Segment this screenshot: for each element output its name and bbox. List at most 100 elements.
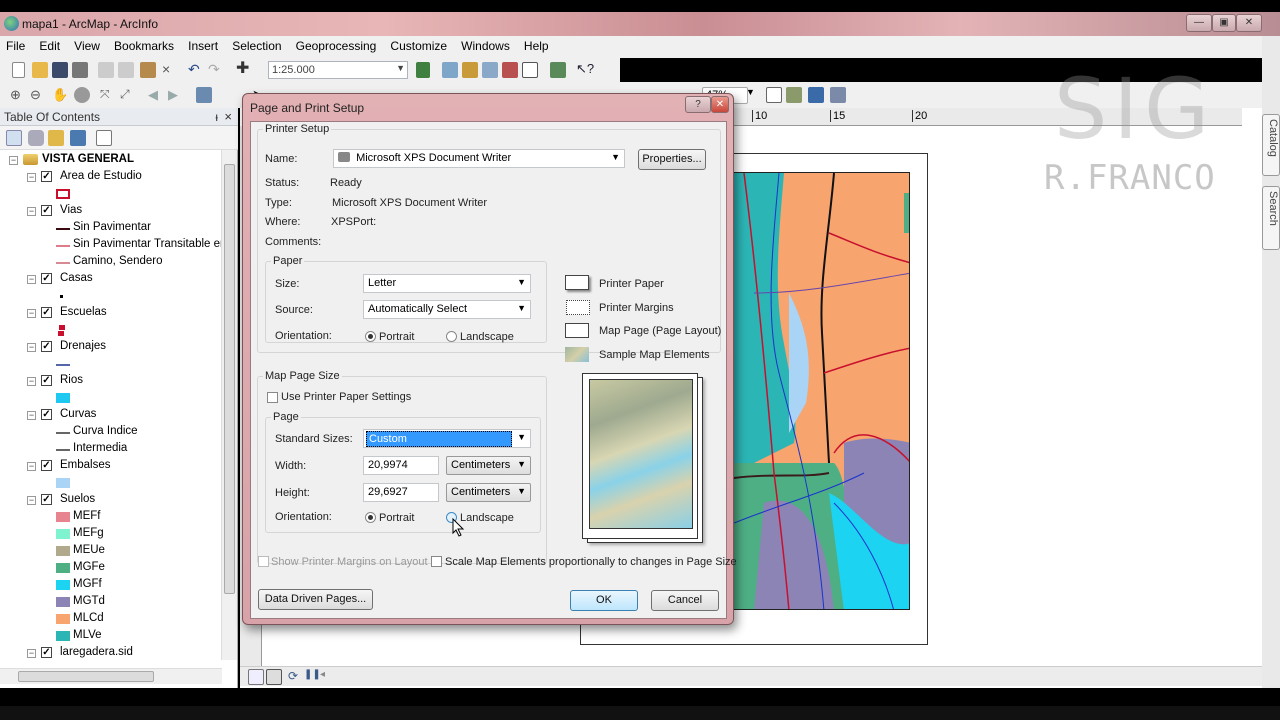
- layer-name[interactable]: Area de Estudio: [60, 170, 142, 182]
- layer-name[interactable]: Drenajes: [60, 340, 106, 352]
- chevron-down-icon[interactable]: ▼: [746, 87, 762, 103]
- page-portrait-radio[interactable]: [365, 512, 376, 523]
- standard-sizes-combo[interactable]: Custom ▼: [363, 429, 531, 448]
- width-unit-combo[interactable]: Centimeters ▼: [446, 456, 531, 475]
- paper-size-combo[interactable]: Letter ▼: [363, 274, 531, 293]
- layer-name[interactable]: Escuelas: [60, 306, 107, 318]
- cancel-button[interactable]: Cancel: [651, 590, 719, 611]
- pin-icon[interactable]: ᵻ: [215, 110, 218, 124]
- layer-visibility-checkbox[interactable]: ✓: [41, 307, 52, 318]
- list-by-visibility-icon[interactable]: [48, 130, 64, 146]
- menu-help[interactable]: Help: [518, 36, 554, 53]
- toc-layer-row[interactable]: − ✓ Area de Estudio: [0, 169, 220, 186]
- menu-customize[interactable]: Customize: [384, 36, 452, 53]
- change-layout-icon[interactable]: [808, 87, 824, 103]
- layer-visibility-checkbox[interactable]: ✓: [41, 205, 52, 216]
- full-extent-icon[interactable]: [74, 87, 90, 103]
- open-icon[interactable]: [32, 62, 48, 78]
- python-window-icon[interactable]: [522, 62, 538, 78]
- layer-visibility-checkbox[interactable]: ✓: [41, 460, 52, 471]
- select-features-icon[interactable]: [196, 87, 212, 103]
- copy-icon[interactable]: [118, 62, 134, 78]
- layer-visibility-checkbox[interactable]: ✓: [41, 273, 52, 284]
- toc-vertical-scrollbar[interactable]: [221, 150, 237, 660]
- search-tab[interactable]: Search: [1262, 186, 1280, 250]
- toc-layer-row[interactable]: − ✓ Curvas: [0, 407, 220, 424]
- menu-file[interactable]: File: [0, 36, 30, 53]
- layout-view-icon[interactable]: [266, 669, 282, 685]
- table-of-contents-icon[interactable]: [442, 62, 458, 78]
- expand-collapse-toggle[interactable]: −: [27, 411, 36, 420]
- catalog-tab[interactable]: Catalog: [1262, 114, 1280, 176]
- expand-collapse-toggle[interactable]: −: [9, 156, 18, 165]
- minimize-button[interactable]: —: [1186, 14, 1212, 32]
- expand-collapse-toggle[interactable]: −: [27, 496, 36, 505]
- toc-layer-row[interactable]: − ✓ Embalses: [0, 458, 220, 475]
- refresh-icon[interactable]: ⟳: [288, 669, 304, 685]
- layer-name[interactable]: laregadera.sid: [60, 646, 133, 658]
- close-icon[interactable]: ×: [224, 109, 232, 124]
- data-driven-pages-toolbar-icon[interactable]: [830, 87, 846, 103]
- expand-collapse-toggle[interactable]: −: [27, 462, 36, 471]
- layer-visibility-checkbox[interactable]: ✓: [41, 647, 52, 658]
- toc-layer-row[interactable]: − ✓ Vias: [0, 203, 220, 220]
- undo-icon[interactable]: ↶: [188, 62, 204, 78]
- paper-source-combo[interactable]: Automatically Select ▼: [363, 300, 531, 319]
- editor-toolbar-icon[interactable]: [416, 62, 430, 78]
- arctoolbox-icon[interactable]: [502, 62, 518, 78]
- height-unit-combo[interactable]: Centimeters ▼: [446, 483, 531, 502]
- layer-name[interactable]: Curvas: [60, 408, 96, 420]
- print-icon[interactable]: [72, 62, 88, 78]
- menu-windows[interactable]: Windows: [455, 36, 515, 53]
- expand-collapse-toggle[interactable]: −: [27, 309, 36, 318]
- back-icon[interactable]: ◂: [320, 669, 336, 685]
- menu-bookmarks[interactable]: Bookmarks: [108, 36, 179, 53]
- add-data-icon[interactable]: ✚: [236, 61, 252, 77]
- zoom-out-icon[interactable]: ⊖: [30, 87, 46, 103]
- toc-horizontal-scrollbar[interactable]: [0, 668, 222, 684]
- search-window-icon[interactable]: [482, 62, 498, 78]
- list-by-source-icon[interactable]: [28, 130, 44, 146]
- pause-drawing-icon[interactable]: ❚❚: [304, 669, 321, 685]
- delete-icon[interactable]: ×: [162, 62, 178, 78]
- redo-icon[interactable]: ↷: [208, 62, 224, 78]
- height-input[interactable]: 29,6927: [363, 483, 439, 502]
- expand-collapse-toggle[interactable]: −: [27, 275, 36, 284]
- menu-geoprocessing[interactable]: Geoprocessing: [290, 36, 382, 53]
- show-margins-checkbox[interactable]: [258, 556, 269, 567]
- use-printer-paper-checkbox[interactable]: [267, 392, 278, 403]
- cut-icon[interactable]: [98, 62, 114, 78]
- map-data-frame[interactable]: [733, 172, 910, 610]
- new-document-icon[interactable]: [12, 62, 25, 78]
- toc-layer-row[interactable]: − ✓ Rios: [0, 373, 220, 390]
- toggle-draft-mode-icon[interactable]: [766, 87, 782, 103]
- expand-collapse-toggle[interactable]: −: [27, 343, 36, 352]
- fixed-zoom-in-icon[interactable]: ⤧: [100, 87, 116, 103]
- menu-insert[interactable]: Insert: [182, 36, 223, 53]
- scale-elements-checkbox[interactable]: [431, 556, 442, 567]
- whats-this-icon[interactable]: ↖?: [576, 61, 594, 77]
- data-view-icon[interactable]: [248, 669, 264, 685]
- scroll-thumb[interactable]: [18, 671, 154, 682]
- toc-layer-row[interactable]: − ✓ Drenajes: [0, 339, 220, 356]
- list-by-selection-icon[interactable]: [70, 130, 86, 146]
- layer-visibility-checkbox[interactable]: ✓: [41, 494, 52, 505]
- paper-landscape-radio[interactable]: [446, 331, 457, 342]
- menu-view[interactable]: View: [68, 36, 105, 53]
- paste-icon[interactable]: [140, 62, 156, 78]
- pan-icon[interactable]: ✋: [52, 87, 68, 103]
- menu-selection[interactable]: Selection: [226, 36, 286, 53]
- catalog-window-icon[interactable]: [462, 62, 478, 78]
- focus-data-frame-icon[interactable]: [786, 87, 802, 103]
- back-icon[interactable]: ◀: [148, 87, 164, 103]
- layer-visibility-checkbox[interactable]: ✓: [41, 171, 52, 182]
- expand-collapse-toggle[interactable]: −: [27, 377, 36, 386]
- properties-button[interactable]: Properties...: [638, 149, 706, 170]
- save-icon[interactable]: [52, 62, 68, 78]
- maximize-button[interactable]: ▣: [1212, 14, 1236, 32]
- toc-layer-row[interactable]: − ✓ Casas: [0, 271, 220, 288]
- fixed-zoom-out-icon[interactable]: ⤢: [120, 87, 136, 103]
- layer-visibility-checkbox[interactable]: ✓: [41, 375, 52, 386]
- toc-layer-row[interactable]: − ✓ Suelos: [0, 492, 220, 509]
- layer-name[interactable]: Suelos: [60, 493, 95, 505]
